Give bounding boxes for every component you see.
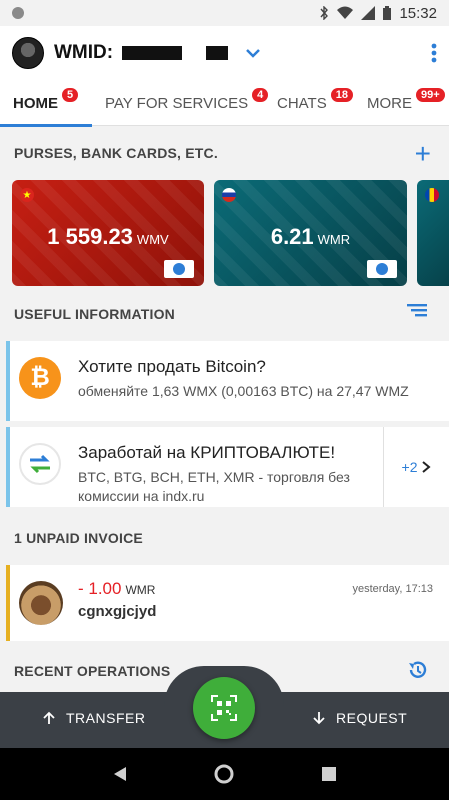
redacted-id [122, 45, 183, 60]
invoice-item[interactable]: - 1.00 WMR cgnxgjcjyd yesterday, 17:13 [6, 565, 449, 641]
invoice-amount-value: - 1.00 [78, 579, 122, 598]
purse-amount: 6.21 WMR [214, 224, 407, 250]
chevron-right-icon [422, 461, 432, 473]
info-accent [6, 427, 10, 507]
info-title: Заработай на КРИПТОВАЛЮТЕ! [78, 443, 336, 462]
tab-more-badge: 99+ [416, 88, 445, 102]
recent-title: RECENT OPERATIONS [14, 663, 171, 679]
invoice-title: 1 UNPAID INVOICE [14, 530, 143, 546]
purse-card-wmv[interactable]: ★ 1 559.23 WMV [12, 180, 204, 286]
moldova-flag-icon [425, 188, 439, 202]
purses-title: PURSES, BANK CARDS, ETC. [14, 145, 218, 161]
info-item-bitcoin[interactable]: ₿ Хотите продать Bitcoin? обменяйте 1,63… [6, 341, 449, 421]
wifi-icon [337, 6, 354, 19]
vietnam-flag-icon: ★ [20, 188, 34, 202]
invoice-currency: WMR [125, 583, 156, 597]
bitcoin-icon: ₿ [19, 357, 61, 399]
info-desc: BTC, BTG, BCH, ETH, XMR - торговля без к… [78, 469, 350, 504]
overflow-menu-icon[interactable] [431, 43, 437, 63]
recents-icon[interactable] [321, 767, 336, 781]
home-icon[interactable] [213, 763, 235, 785]
tab-pay-label: PAY FOR SERVICES [105, 94, 249, 112]
list-menu-icon[interactable] [407, 303, 427, 317]
tab-home[interactable]: HOME 5 [0, 80, 92, 127]
history-icon[interactable] [407, 659, 429, 681]
arrow-down-icon [313, 712, 325, 725]
tab-chats[interactable]: CHATS 18 [264, 80, 354, 126]
status-bar: 15:32 [0, 0, 449, 26]
avatar[interactable] [12, 37, 44, 69]
qr-scan-button[interactable] [193, 677, 255, 739]
purse-currency: WMV [136, 232, 169, 247]
exchange-icon [19, 443, 61, 485]
notification-dot-icon [12, 7, 24, 19]
avatar [19, 581, 63, 625]
request-label: REQUEST [336, 710, 408, 726]
tab-chats-badge: 18 [330, 88, 353, 102]
invoice-amount: - 1.00 WMR [78, 579, 155, 599]
transfer-button[interactable]: TRANSFER [42, 710, 145, 726]
more-items-button[interactable]: +2 [383, 427, 449, 507]
invoice-accent [6, 565, 10, 641]
tab-pay-for-services[interactable]: PAY FOR SERVICES 4 [92, 80, 269, 126]
tab-home-badge: 5 [62, 88, 79, 102]
redacted-id-2 [205, 45, 228, 60]
chevron-down-icon[interactable] [245, 48, 260, 58]
wmid-label[interactable]: WMID: [54, 42, 228, 64]
signal-icon [361, 6, 376, 20]
invoice-time: yesterday, 17:13 [352, 583, 433, 595]
purse-currency: WMR [317, 232, 351, 247]
tab-more-label: MORE [367, 94, 412, 112]
app-header: WMID: [0, 26, 449, 80]
purse-amount-value: 6.21 [270, 224, 314, 249]
battery-icon [383, 6, 392, 20]
tab-more[interactable]: MORE 99+ [354, 80, 449, 126]
back-icon[interactable] [113, 766, 127, 782]
clock: 15:32 [399, 4, 437, 22]
system-nav-bar [0, 748, 449, 800]
useful-title: USEFUL INFORMATION [14, 306, 175, 322]
info-title: Хотите продать Bitcoin? [78, 357, 266, 376]
info-item-crypto[interactable]: Заработай на КРИПТОВАЛЮТЕ! BTC, BTG, BCH… [6, 427, 449, 507]
invoice-from: cgnxgjcjyd [78, 603, 157, 620]
purse-card-wmr[interactable]: 6.21 WMR [214, 180, 407, 286]
russia-flag-icon [222, 188, 236, 202]
purse-card-partial[interactable] [417, 180, 449, 286]
purse-amount-value: 1 559.23 [47, 224, 133, 249]
arrow-up-icon [43, 711, 55, 724]
info-accent [6, 341, 10, 421]
bluetooth-icon [320, 6, 329, 20]
info-desc: обменяйте 1,63 WMX (0,00163 BTC) на 27,4… [78, 383, 409, 399]
request-button[interactable]: REQUEST [312, 710, 407, 726]
transfer-label: TRANSFER [66, 710, 146, 726]
add-purse-icon[interactable]: + [415, 140, 431, 168]
more-count: +2 [401, 459, 418, 475]
webmoney-logo-icon [164, 260, 194, 278]
webmoney-logo-icon [367, 260, 397, 278]
wmid-text: WMID: [54, 42, 114, 63]
purse-amount: 1 559.23 WMV [12, 224, 204, 250]
tab-home-label: HOME [13, 94, 58, 112]
tab-chats-label: CHATS [277, 94, 327, 112]
app-root: 15:32 WMID: HOME 5 PAY FOR SERVICES 4 CH… [0, 0, 449, 800]
qr-code-icon [211, 695, 237, 721]
status-icons: 15:32 [319, 5, 437, 22]
tab-bar: HOME 5 PAY FOR SERVICES 4 CHATS 18 MORE … [0, 80, 449, 127]
